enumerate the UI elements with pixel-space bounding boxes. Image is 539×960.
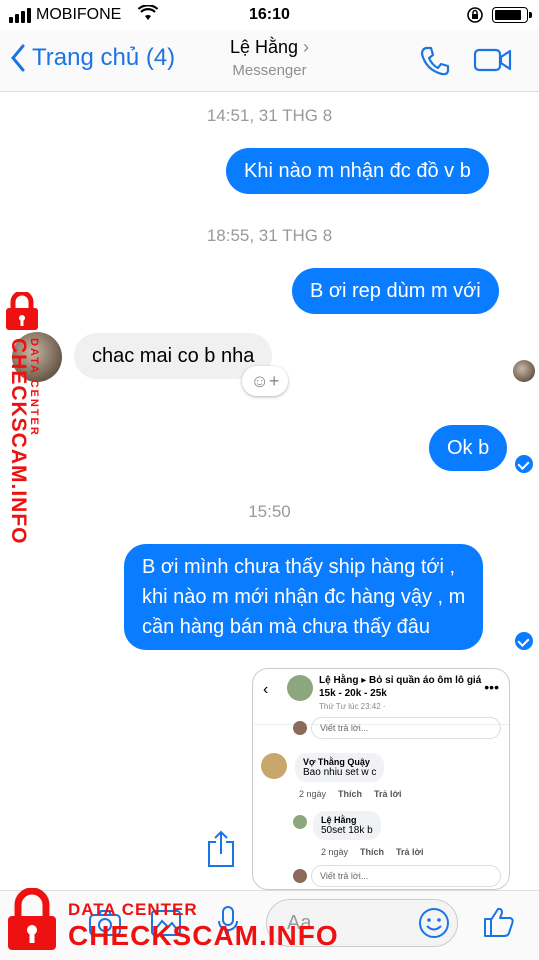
lock-icon (8, 888, 56, 950)
watermark-side: CHECKSCAM.INFO DATA CENTER (4, 292, 44, 552)
rotation-lock-icon (467, 7, 483, 23)
delivered-check-icon (515, 632, 533, 650)
comment: Lệ Hằng 50set 18k b (313, 811, 381, 840)
incoming-message[interactable]: chac mai co b nha (74, 333, 273, 379)
more-icon: ••• (484, 679, 499, 695)
outgoing-message[interactable]: Ok b (429, 425, 508, 471)
conversation-header: Trang chủ (4) Lệ Hằng › Messenger (0, 30, 539, 92)
avatar (287, 675, 313, 701)
outgoing-message[interactable]: B ơi rep dùm m với (292, 268, 499, 314)
carrier-name: MOBIFONE (36, 6, 122, 23)
back-chevron-icon: ‹ (263, 681, 269, 698)
watermark-bottom: DATA CENTER CHECKSCAM.INFO (4, 888, 338, 960)
reply-field: Viết trả lời... (311, 865, 501, 887)
phone-icon[interactable] (418, 44, 452, 78)
avatar (293, 869, 307, 883)
contact-name[interactable]: Lệ Hằng › (0, 37, 539, 58)
reply-field: Viết trả lời... (311, 717, 501, 739)
timestamp: 14:51, 31 THG 8 (206, 106, 333, 125)
avatar (293, 721, 307, 735)
status-bar: MOBIFONE 16:10 (0, 0, 539, 30)
thumbs-up-icon[interactable] (482, 905, 516, 939)
outgoing-message[interactable]: Khi nào m nhận đc đồ v b (226, 148, 489, 194)
comment: Vợ Thằng Quậy Bao nhiu set w c (295, 753, 385, 782)
clock: 16:10 (249, 6, 290, 23)
battery-icon (492, 7, 532, 23)
outgoing-message[interactable]: B ơi mình chưa thấy ship hàng tới , khi … (124, 544, 484, 650)
wifi-icon (138, 5, 158, 20)
video-icon[interactable] (473, 47, 513, 73)
signal-icon (9, 8, 31, 23)
timestamp: 15:50 (248, 502, 291, 521)
seen-avatar (513, 360, 535, 382)
emoji-icon[interactable] (418, 907, 450, 939)
emoji-plus-icon: ☺+ (250, 370, 280, 391)
avatar (261, 753, 287, 779)
shared-image[interactable]: ‹ Lệ Hằng ▸ Bỏ sỉ quần áo ôm lô giá 15k … (252, 668, 510, 890)
delivered-check-icon (515, 455, 533, 473)
timestamp: 18:55, 31 THG 8 (206, 226, 333, 245)
add-reaction-button[interactable]: ☺+ (242, 366, 288, 396)
contact-subtitle: Messenger (232, 62, 307, 79)
share-icon[interactable] (206, 830, 236, 868)
lock-icon (6, 292, 38, 330)
avatar (293, 815, 307, 829)
